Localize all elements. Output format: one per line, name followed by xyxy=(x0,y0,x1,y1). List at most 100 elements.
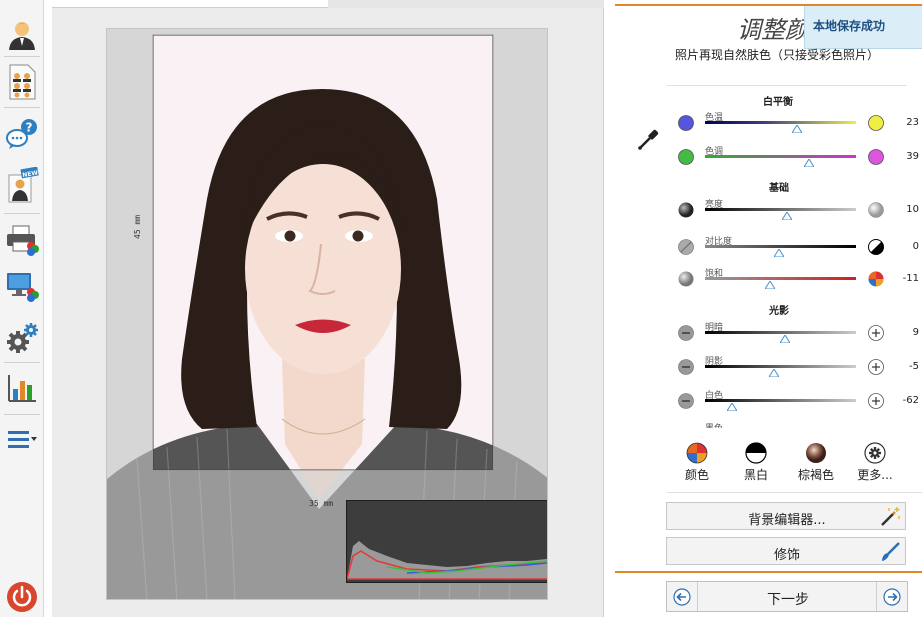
minus-icon[interactable] xyxy=(677,358,695,376)
slider-value: 23 xyxy=(906,117,919,128)
slider-thumb[interactable] xyxy=(727,403,738,411)
next-step-button[interactable]: 下一步 xyxy=(666,581,908,612)
preset-color[interactable]: 颜色 xyxy=(677,442,717,482)
retouch-button[interactable]: 修饰 xyxy=(666,537,906,565)
save-success-notice: 本地保存成功 xyxy=(804,6,922,49)
slider-thumb[interactable] xyxy=(769,369,780,377)
light-sphere-icon[interactable] xyxy=(867,201,885,219)
photo-preview[interactable]: 35 mm 45 mm xyxy=(106,28,548,600)
slider-track[interactable] xyxy=(705,365,856,368)
user-icon[interactable] xyxy=(3,15,41,55)
canvas-top-strip-right xyxy=(328,0,604,8)
slider-track[interactable] xyxy=(705,331,856,334)
slider-value: -11 xyxy=(902,273,919,284)
slider-highlights[interactable]: 明暗 9 xyxy=(677,322,922,352)
color-histogram xyxy=(346,500,547,583)
slider-track[interactable] xyxy=(705,208,856,211)
photo-canvas-area: 35 mm 45 mm xyxy=(52,8,604,617)
slider-whites[interactable]: 白色 -62 xyxy=(677,390,922,420)
gear-icon xyxy=(864,442,886,464)
svg-text:NEW: NEW xyxy=(22,169,39,179)
slider-value: 0 xyxy=(912,241,919,252)
magic-wand-icon xyxy=(881,507,900,526)
plus-icon[interactable] xyxy=(867,324,885,342)
slider-label: 黑色 xyxy=(705,421,723,428)
canvas-top-strip xyxy=(52,0,328,8)
slider-value: 39 xyxy=(906,151,919,162)
dark-sphere-icon[interactable] xyxy=(677,201,695,219)
menu-list-icon[interactable] xyxy=(3,420,41,460)
svg-text:?: ? xyxy=(26,121,33,135)
plus-icon[interactable] xyxy=(867,392,885,410)
saturated-icon[interactable] xyxy=(867,270,885,288)
desaturated-icon[interactable] xyxy=(677,270,695,288)
slider-saturation[interactable]: 饱和 -11 xyxy=(677,268,922,298)
slider-thumb[interactable] xyxy=(764,281,775,289)
warm-color-icon[interactable] xyxy=(867,114,885,132)
slider-thumb[interactable] xyxy=(792,125,803,133)
slider-track[interactable] xyxy=(705,155,856,158)
black-white-icon xyxy=(745,442,767,464)
color-wheel-icon xyxy=(686,442,708,464)
magenta-color-icon[interactable] xyxy=(867,148,885,166)
help-chat-icon[interactable]: ? xyxy=(3,114,41,154)
slider-value: 9 xyxy=(912,327,919,338)
preset-sepia[interactable]: 棕褐色 xyxy=(796,442,836,482)
minus-icon[interactable] xyxy=(677,324,695,342)
slider-tint[interactable]: 色调 39 xyxy=(677,146,922,176)
panel-subtitle: 照片再现自然肤色（只接受彩色照片） xyxy=(675,48,880,62)
slider-track[interactable] xyxy=(705,277,856,280)
slider-blacks-clipped: 黑色 xyxy=(677,418,922,428)
eyedropper-icon[interactable] xyxy=(636,128,660,152)
section-light-shadow: 光影 xyxy=(769,306,789,317)
color-monitor-icon[interactable] xyxy=(3,266,41,306)
preset-more[interactable]: 更多... xyxy=(855,442,895,482)
brush-icon xyxy=(882,542,900,561)
slider-shadows[interactable]: 阴影 -5 xyxy=(677,356,922,386)
low-contrast-icon[interactable] xyxy=(677,238,695,256)
settings-gears-icon[interactable] xyxy=(3,318,41,358)
minus-icon[interactable] xyxy=(677,392,695,410)
preset-black-white[interactable]: 黑白 xyxy=(736,442,776,482)
slider-temperature[interactable]: 色温 23 xyxy=(677,112,922,142)
preset-label: 更多... xyxy=(857,468,893,482)
slider-thumb[interactable] xyxy=(804,159,815,167)
forward-arrow-icon[interactable] xyxy=(883,588,901,606)
panel-bottom-accent-line xyxy=(615,571,922,573)
high-contrast-icon[interactable] xyxy=(867,238,885,256)
slider-track[interactable] xyxy=(705,245,856,248)
panel-divider xyxy=(667,85,907,86)
slider-thumb[interactable] xyxy=(780,335,791,343)
slider-contrast[interactable]: 对比度 0 xyxy=(677,236,922,266)
slider-track[interactable] xyxy=(705,121,856,124)
section-white-balance: 白平衡 xyxy=(763,97,793,108)
plus-icon[interactable] xyxy=(867,358,885,376)
green-color-icon[interactable] xyxy=(677,148,695,166)
print-icon[interactable] xyxy=(3,220,41,260)
panel-divider xyxy=(667,492,922,493)
power-icon[interactable] xyxy=(3,577,41,617)
button-label: 背景编辑器... xyxy=(748,513,826,528)
sepia-icon xyxy=(806,443,826,463)
slider-value: 10 xyxy=(906,204,919,215)
id-photo-sheet-icon[interactable] xyxy=(3,62,41,102)
slider-thumb[interactable] xyxy=(781,212,792,220)
cold-color-icon[interactable] xyxy=(677,114,695,132)
preset-label: 棕褐色 xyxy=(797,468,834,482)
preset-label: 颜色 xyxy=(684,468,709,482)
button-label: 下一步 xyxy=(767,592,809,608)
slider-thumb[interactable] xyxy=(773,249,784,257)
new-photo-icon[interactable]: NEW xyxy=(3,165,41,205)
slider-value: -5 xyxy=(909,361,919,372)
section-basic: 基础 xyxy=(769,183,789,194)
preset-label: 黑白 xyxy=(743,468,768,482)
width-dimension-label: 35 mm xyxy=(309,499,334,508)
height-dimension-label: 45 mm xyxy=(133,214,142,239)
button-label: 修饰 xyxy=(773,548,800,563)
statistics-chart-icon[interactable] xyxy=(3,368,41,408)
slider-brightness[interactable]: 亮度 10 xyxy=(677,199,922,229)
slider-track[interactable] xyxy=(705,399,856,402)
adjust-color-panel: 调整颜色 本地保存成功 照片再现自然肤色（只接受彩色照片） 白平衡 色温 23 … xyxy=(615,0,922,617)
background-editor-button[interactable]: 背景编辑器... xyxy=(666,502,906,530)
left-toolbar: ? NEW xyxy=(0,0,44,617)
